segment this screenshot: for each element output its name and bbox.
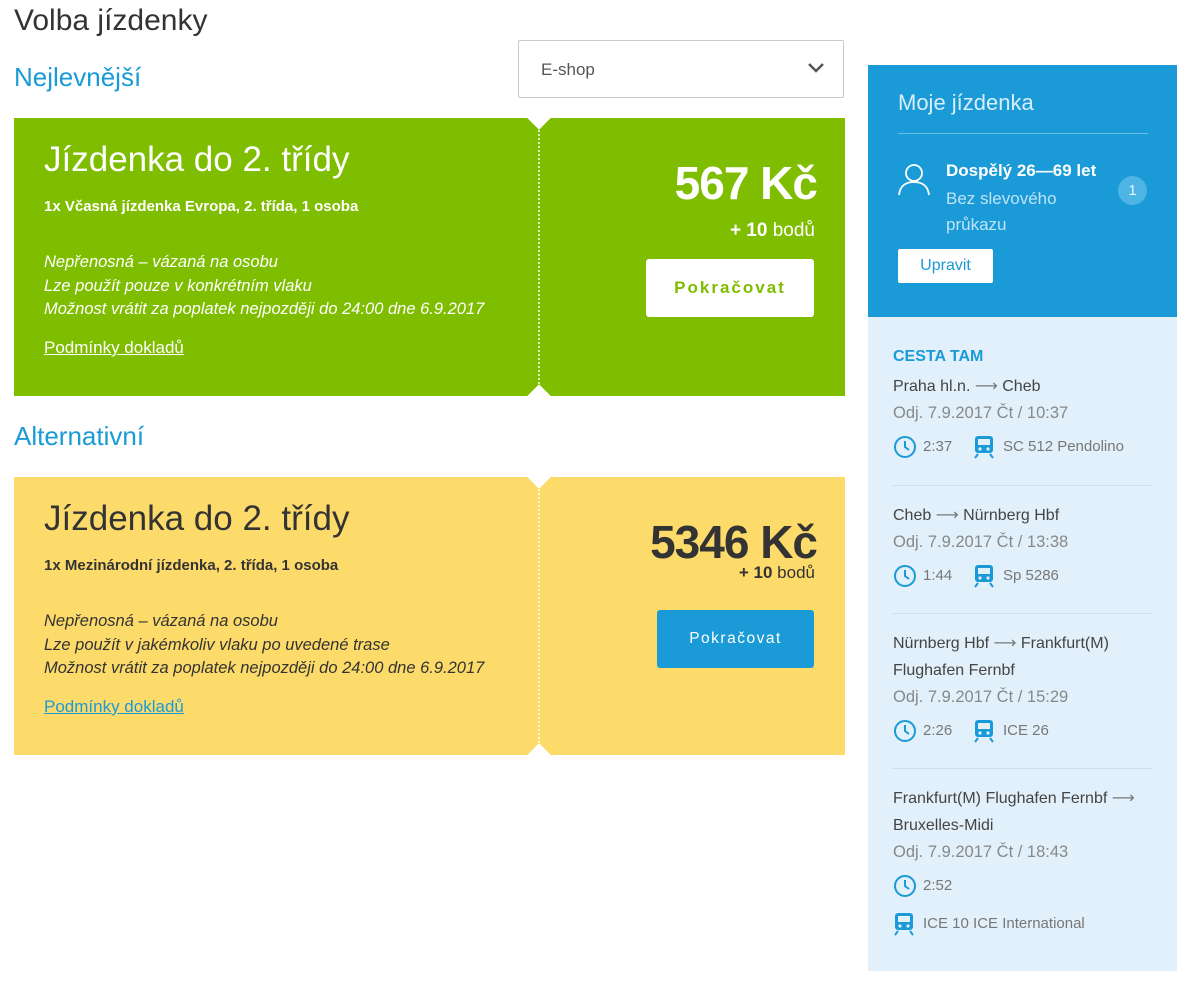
points-value: + 10 [729,220,768,241]
ticket-description: 1x Mezinárodní jízdenka, 2. třída, 1 oso… [44,557,339,574]
points-value: + 10 [738,563,773,582]
page-title: Volba jízdenky [14,4,208,37]
ticket-notch [526,743,552,755]
segment-from: Praha hl.n. [893,378,971,395]
ticket-note: Lze použít pouze v konkrétním vlaku [44,276,312,295]
arrow-right-icon: ⟶ [1111,790,1135,807]
segment-route: Nürnberg Hbf ⟶ Frankfurt(M) Flughafen Fe… [893,630,1155,684]
chevron-down-icon [808,63,824,73]
segment-meta: 2:26 ICE 26 [893,718,1155,744]
ticket-divider [538,485,540,747]
points-unit: bodů [772,563,815,582]
ticket-notch [526,384,552,396]
segment-meta: 1:44 Sp 5286 [893,563,1155,589]
ticket-price: 567 Kč [674,157,818,209]
segment-duration: 2:37 [923,438,953,455]
ticket-note: Nepřenosná – vázaná na osobu [44,612,278,630]
person-icon [898,164,930,196]
clock-icon [894,436,916,458]
ticket-note: Možnost vrátit za poplatek nejpozději do… [44,300,485,318]
segment-separator [893,613,1153,614]
conditions-link[interactable]: Podmínky dokladů [44,697,184,717]
segment-departure: Odj. 7.9.2017 Čt / 10:37 [893,404,1069,422]
ticket-card-alternative: Jízdenka do 2. třídy 1x Mezinárodní jízd… [14,477,845,755]
ticket-name: Jízdenka do 2. třídy [44,499,350,538]
clock-icon [894,720,916,742]
segment-meta: ICE 10 ICE International [893,911,1155,937]
segment-departure: Odj. 7.9.2017 Čt / 18:43 [893,843,1069,861]
journey-segment: Frankfurt(M) Flughafen Fernbf ⟶ Bruxelle… [893,785,1155,937]
journey-segment: Cheb ⟶ Nürnberg Hbf Odj. 7.9.2017 Čt / 1… [893,502,1155,589]
segment-meta: 2:37 SC 512 Pendolino [893,434,1155,460]
divider [898,133,1148,134]
ticket-notes: Nepřenosná – vázaná na osobu Lze použít … [44,610,484,681]
train-icon [894,913,914,936]
ticket-price: 5346 Kč [650,516,818,568]
ticket-notes: Nepřenosná – vázaná na osobu Lze použít … [44,251,484,322]
direction-label: CESTA TAM [893,348,984,365]
segment-departure: Odj. 7.9.2017 Čt / 15:29 [893,688,1069,706]
segment-train: Sp 5286 [1003,567,1059,584]
ticket-card-cheapest: Jízdenka do 2. třídy 1x Včasná jízdenka … [14,118,845,396]
conditions-link[interactable]: Podmínky dokladů [44,338,184,358]
arrow-right-icon: ⟶ [993,635,1017,652]
ticket-name: Jízdenka do 2. třídy [44,140,350,179]
segment-route: Praha hl.n. ⟶ Cheb [893,373,1155,400]
journey-segment: Praha hl.n. ⟶ Cheb Odj. 7.9.2017 Čt / 10… [893,373,1155,460]
segment-from: Frankfurt(M) Flughafen Fernbf [893,790,1108,807]
section-title-alternative: Alternativní [14,421,145,451]
segment-train: ICE 26 [1003,722,1049,739]
ticket-notch [526,118,552,130]
continue-button[interactable]: Pokračovat [646,259,814,317]
journey-panel: CESTA TAM Praha hl.n. ⟶ Cheb Odj. 7.9.20… [868,317,1177,971]
train-icon [974,720,994,743]
passenger-count-badge: 1 [1118,176,1147,205]
segment-departure: Odj. 7.9.2017 Čt / 13:38 [893,533,1069,551]
shop-select[interactable]: E-shop [518,40,844,98]
passenger-discount: Bez slevového průkazu [946,189,1057,234]
train-icon [974,436,994,459]
segment-duration: 1:44 [923,567,953,584]
continue-button[interactable]: Pokračovat [657,610,814,668]
segment-meta: 2:52 [893,873,1155,899]
section-title-cheapest: Nejlevnější [14,62,142,92]
segment-duration: 2:26 [923,722,953,739]
clock-icon [894,875,916,897]
ticket-note: Nepřenosná – vázaná na osobu [44,253,278,271]
my-ticket-panel: Moje jízdenka Dospělý 26—69 let Bez slev… [868,65,1177,323]
segment-route: Frankfurt(M) Flughafen Fernbf ⟶ Bruxelle… [893,785,1155,839]
segment-train: SC 512 Pendolino [1003,438,1124,455]
my-ticket-title: Moje jízdenka [898,90,1034,115]
ticket-description: 1x Včasná jízdenka Evropa, 2. třída, 1 o… [44,198,359,215]
shop-select-value: E-shop [541,60,595,79]
arrow-right-icon: ⟶ [935,507,959,524]
segment-from: Cheb [893,507,932,524]
edit-button[interactable]: Upravit [898,249,993,283]
passenger-type: Dospělý 26—69 let [946,161,1097,180]
ticket-note: Možnost vrátit za poplatek nejpozději do… [44,659,485,677]
journey-segment: Nürnberg Hbf ⟶ Frankfurt(M) Flughafen Fe… [893,630,1155,744]
segment-separator [893,768,1153,769]
train-icon [974,565,994,588]
ticket-note: Lze použít v jakémkoliv vlaku po uvedené… [44,635,390,654]
ticket-points: + 10 bodů [739,563,815,583]
clock-icon [894,565,916,587]
segment-duration: 2:52 [923,877,953,894]
ticket-divider [538,126,540,388]
segment-to: Nürnberg Hbf [963,507,1060,524]
segment-to: Cheb [1002,378,1041,395]
segment-train: ICE 10 ICE International [923,915,1085,932]
segment-separator [893,485,1153,486]
ticket-notch [526,477,552,489]
segment-to: Bruxelles-Midi [893,817,994,834]
ticket-points: + 10 bodů [730,220,815,242]
arrow-right-icon: ⟶ [974,378,998,395]
segment-route: Cheb ⟶ Nürnberg Hbf [893,502,1155,529]
points-unit: bodů [767,220,815,241]
segment-from: Nürnberg Hbf [893,635,990,652]
